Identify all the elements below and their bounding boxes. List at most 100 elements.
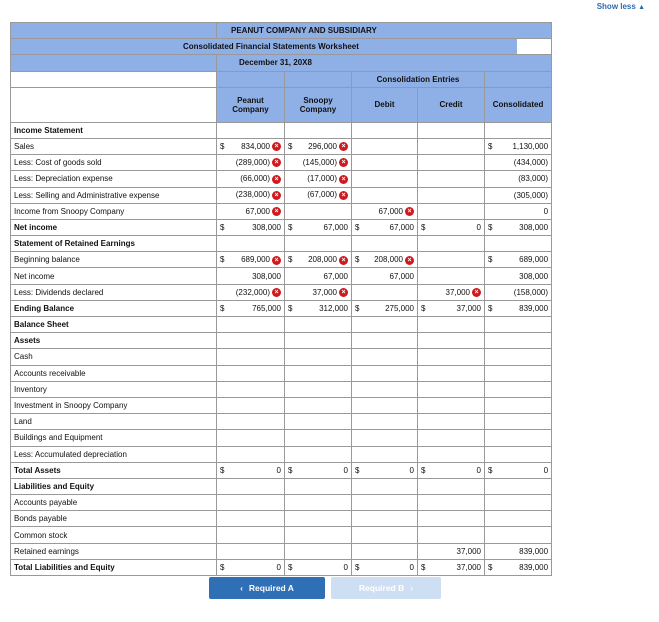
- snoopy-cell[interactable]: $0: [284, 461, 352, 479]
- peanut-cell[interactable]: (232,000) ×: [216, 283, 285, 301]
- snoopy-value[interactable]: 0: [344, 563, 348, 572]
- snoopy-value[interactable]: 37,000: [313, 288, 337, 297]
- consolidated-value[interactable]: (158,000): [514, 288, 548, 297]
- snoopy-cell[interactable]: [284, 396, 352, 415]
- snoopy-cell[interactable]: $0: [284, 558, 352, 577]
- peanut-value[interactable]: 67,000: [246, 207, 270, 216]
- snoopy-cell[interactable]: [284, 510, 352, 528]
- debit-cell[interactable]: [351, 154, 418, 172]
- consolidated-cell[interactable]: 0: [483, 202, 553, 220]
- consolidated-cell[interactable]: 839,000: [483, 542, 553, 560]
- consolidated-cell[interactable]: $308,000: [483, 218, 553, 237]
- consolidated-value[interactable]: 308,000: [519, 223, 548, 232]
- credit-cell[interactable]: [417, 202, 485, 220]
- debit-cell[interactable]: [351, 170, 418, 188]
- consolidated-cell[interactable]: (83,000): [483, 170, 553, 188]
- credit-cell[interactable]: $37,000: [417, 299, 485, 318]
- consolidated-cell[interactable]: $0: [483, 461, 553, 479]
- peanut-cell[interactable]: [216, 396, 285, 415]
- peanut-cell[interactable]: [216, 494, 285, 512]
- debit-value[interactable]: 67,000: [379, 207, 403, 216]
- credit-cell[interactable]: [417, 267, 485, 285]
- consolidated-cell[interactable]: [483, 494, 553, 512]
- consolidated-value[interactable]: (434,000): [514, 158, 548, 167]
- credit-cell[interactable]: [417, 154, 485, 172]
- required-b-button[interactable]: Required B ›: [331, 577, 441, 599]
- peanut-cell[interactable]: (238,000) ×: [216, 186, 285, 204]
- peanut-cell[interactable]: [216, 380, 285, 398]
- snoopy-value[interactable]: (17,000): [307, 174, 337, 183]
- consolidated-cell[interactable]: [483, 429, 553, 447]
- peanut-cell[interactable]: [216, 364, 285, 382]
- debit-cell[interactable]: [351, 396, 418, 415]
- snoopy-cell[interactable]: [284, 526, 352, 544]
- peanut-cell[interactable]: $689,000 ×: [216, 251, 285, 269]
- snoopy-cell[interactable]: [284, 542, 352, 560]
- snoopy-value[interactable]: (67,000): [307, 190, 337, 199]
- credit-cell[interactable]: $0: [417, 218, 485, 237]
- peanut-value[interactable]: 308,000: [252, 223, 281, 232]
- consolidated-cell[interactable]: $689,000: [483, 251, 553, 269]
- consolidated-cell[interactable]: [483, 380, 553, 398]
- consolidated-cell[interactable]: [483, 396, 553, 415]
- credit-cell[interactable]: [417, 364, 485, 382]
- credit-cell[interactable]: 37,000: [417, 542, 485, 560]
- credit-value[interactable]: 37,000: [457, 547, 481, 556]
- peanut-value[interactable]: 689,000: [241, 255, 270, 264]
- peanut-cell[interactable]: (66,000) ×: [216, 170, 285, 188]
- snoopy-cell[interactable]: [284, 494, 352, 512]
- credit-cell[interactable]: $37,000: [417, 558, 485, 577]
- debit-value[interactable]: 208,000: [374, 255, 403, 264]
- snoopy-value[interactable]: 208,000: [308, 255, 337, 264]
- consolidated-cell[interactable]: $1,130,000: [483, 137, 553, 156]
- debit-cell[interactable]: [351, 526, 418, 544]
- required-a-button[interactable]: ‹ Required A: [209, 577, 325, 599]
- snoopy-value[interactable]: 67,000: [324, 223, 348, 232]
- snoopy-value[interactable]: 312,000: [319, 304, 348, 313]
- peanut-cell[interactable]: $308,000: [216, 218, 285, 237]
- credit-value[interactable]: 37,000: [457, 304, 481, 313]
- snoopy-cell[interactable]: [284, 445, 352, 463]
- consolidated-value[interactable]: (83,000): [518, 174, 548, 183]
- peanut-cell[interactable]: $765,000: [216, 299, 285, 318]
- snoopy-cell[interactable]: (17,000) ×: [284, 170, 352, 188]
- debit-cell[interactable]: [351, 186, 418, 204]
- debit-cell[interactable]: [351, 348, 418, 366]
- debit-cell[interactable]: [351, 380, 418, 398]
- debit-cell[interactable]: [351, 283, 418, 301]
- credit-cell[interactable]: [417, 413, 485, 431]
- snoopy-cell[interactable]: $312,000: [284, 299, 352, 318]
- debit-cell[interactable]: [351, 429, 418, 447]
- consolidated-value[interactable]: 0: [544, 466, 548, 475]
- debit-cell[interactable]: $67,000: [351, 218, 418, 237]
- debit-cell[interactable]: [351, 364, 418, 382]
- credit-cell[interactable]: 37,000 ×: [417, 283, 485, 301]
- debit-cell[interactable]: [351, 137, 418, 156]
- consolidated-cell[interactable]: [483, 348, 553, 366]
- snoopy-cell[interactable]: [284, 348, 352, 366]
- peanut-cell[interactable]: (289,000) ×: [216, 154, 285, 172]
- debit-cell[interactable]: [351, 445, 418, 463]
- consolidated-value[interactable]: 839,000: [519, 563, 548, 572]
- consolidated-value[interactable]: 689,000: [519, 255, 548, 264]
- consolidated-cell[interactable]: $839,000: [483, 558, 553, 577]
- peanut-cell[interactable]: $834,000 ×: [216, 137, 285, 156]
- consolidated-value[interactable]: 308,000: [519, 272, 548, 281]
- credit-cell[interactable]: [417, 348, 485, 366]
- consolidated-cell[interactable]: [483, 526, 553, 544]
- peanut-cell[interactable]: 308,000: [216, 267, 285, 285]
- debit-value[interactable]: 0: [410, 563, 414, 572]
- show-less-toggle[interactable]: Show less ▲: [597, 2, 645, 11]
- consolidated-value[interactable]: (305,000): [514, 191, 548, 200]
- peanut-value[interactable]: (289,000): [236, 158, 270, 167]
- credit-cell[interactable]: [417, 251, 485, 269]
- debit-cell[interactable]: [351, 413, 418, 431]
- credit-cell[interactable]: [417, 526, 485, 544]
- peanut-cell[interactable]: [216, 413, 285, 431]
- credit-value[interactable]: 0: [477, 466, 481, 475]
- peanut-cell[interactable]: [216, 429, 285, 447]
- snoopy-cell[interactable]: 37,000 ×: [284, 283, 352, 301]
- credit-cell[interactable]: [417, 510, 485, 528]
- peanut-value[interactable]: (66,000): [240, 174, 270, 183]
- credit-cell[interactable]: [417, 186, 485, 204]
